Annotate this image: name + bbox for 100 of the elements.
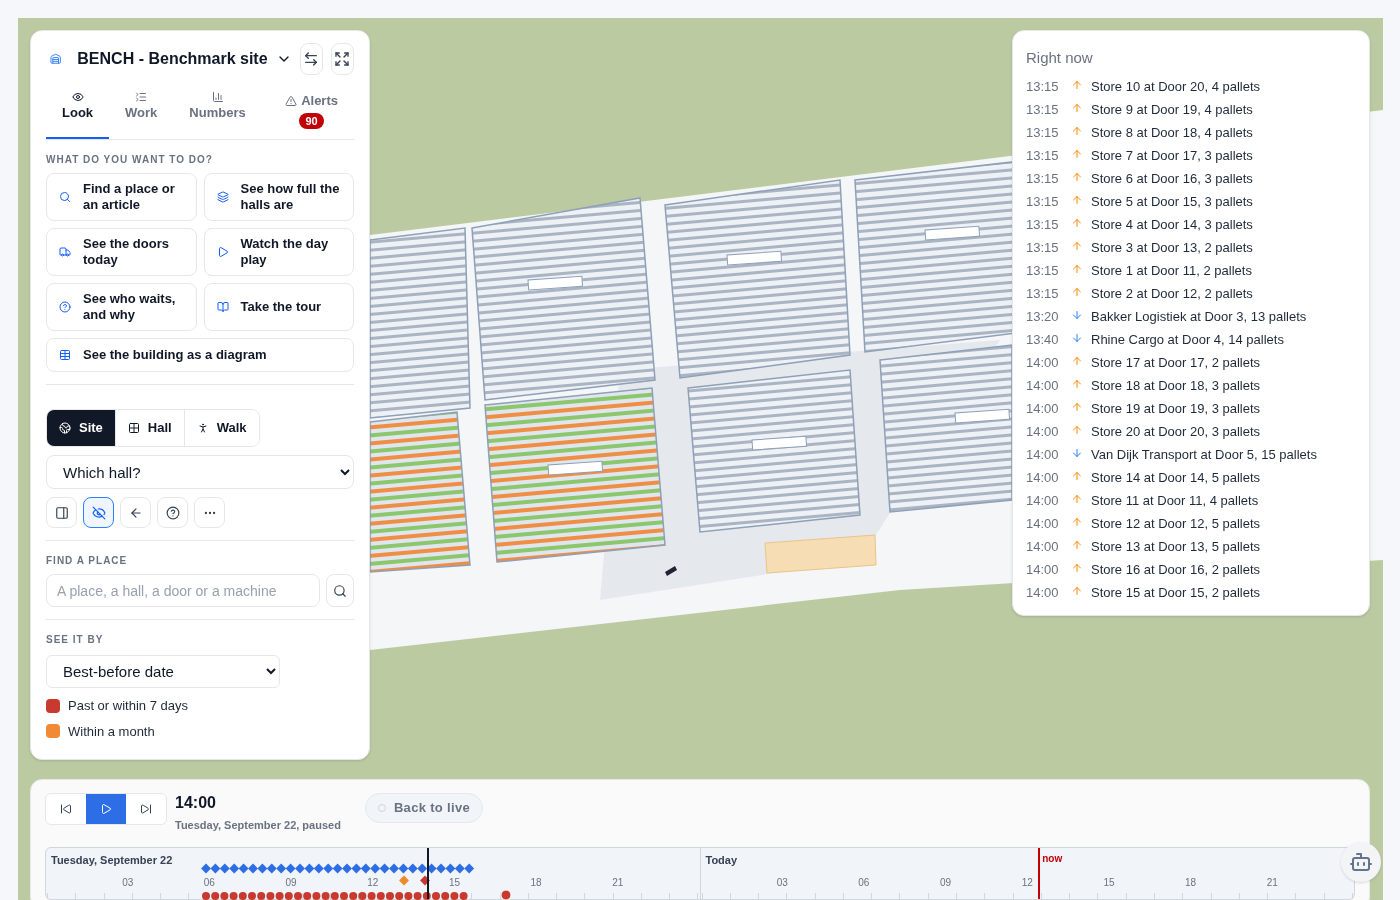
event-text: Store 5 at Door 15, 3 pallets xyxy=(1091,193,1253,212)
event-text: Store 1 at Door 11, 2 pallets xyxy=(1091,262,1252,281)
view-mode-tab[interactable]: Walk xyxy=(183,410,259,446)
action-card[interactable]: See how full the halls are xyxy=(203,173,354,221)
event-time: 13:15 xyxy=(1026,101,1060,120)
event-text: Store 10 at Door 20, 4 pallets xyxy=(1091,78,1261,97)
assistant-button[interactable] xyxy=(1341,842,1381,882)
action-card[interactable]: Watch the day play xyxy=(203,228,354,276)
globe-icon xyxy=(59,422,71,434)
hour-label: 03 xyxy=(122,875,134,890)
layers-icon xyxy=(216,191,229,203)
event-time: 14:00 xyxy=(1026,423,1060,442)
eye-off-icon xyxy=(91,505,106,520)
robot-icon xyxy=(1349,850,1373,874)
list-icon xyxy=(135,91,148,103)
tab[interactable]: Look xyxy=(46,91,110,139)
event-text: Store 20 at Door 20, 3 pallets xyxy=(1091,423,1261,442)
play-icon xyxy=(100,803,112,815)
event-text: Bakker Logistiek at Door 3, 13 pallets xyxy=(1091,308,1307,327)
event-time: 13:15 xyxy=(1026,170,1060,189)
play-icon xyxy=(216,246,229,258)
search-field[interactable]: A place, a hall, a door or a machine xyxy=(46,574,321,607)
event-time: 14:00 xyxy=(1026,446,1060,465)
event-text: Store 19 at Door 19, 3 pallets xyxy=(1091,400,1261,419)
event-text: Store 8 at Door 18, 4 pallets xyxy=(1091,124,1253,143)
hour-label: 03 xyxy=(776,875,788,890)
event-text: Store 17 at Door 17, 2 pallets xyxy=(1091,354,1261,373)
event-text: Store 15 at Door 15, 2 pallets xyxy=(1091,584,1261,603)
hall-select[interactable]: Which hall? xyxy=(46,455,354,489)
day-label: Today xyxy=(705,852,738,868)
event-time: 13:15 xyxy=(1026,193,1060,212)
warning-icon xyxy=(285,94,298,107)
event-time: 14:00 xyxy=(1026,469,1060,488)
date-status: Tuesday, September 22, paused xyxy=(175,818,341,833)
legend-label: Within a month xyxy=(68,722,155,741)
warehouse-icon xyxy=(50,51,62,67)
event-text: Store 4 at Door 14, 3 pallets xyxy=(1091,216,1253,235)
event-time: 14:00 xyxy=(1026,515,1060,534)
section-heading: WHAT DO YOU WANT TO DO? xyxy=(46,153,214,167)
event-text: Store 12 at Door 12, 5 pallets xyxy=(1091,515,1261,534)
search-icon xyxy=(333,583,347,598)
tab[interactable]: Alerts 90 xyxy=(269,91,354,139)
event-time: 13:15 xyxy=(1026,147,1060,166)
event-time: 14:00 xyxy=(1026,377,1060,396)
player-button[interactable] xyxy=(86,794,126,824)
tab[interactable]: Work xyxy=(109,91,174,139)
panel-icon xyxy=(54,505,69,520)
hour-label: 09 xyxy=(285,875,297,890)
hour-label: 18 xyxy=(530,875,542,890)
hour-label: 12 xyxy=(1021,875,1033,890)
book-icon xyxy=(216,301,229,313)
hour-label: 21 xyxy=(612,875,624,890)
event-time: 13:15 xyxy=(1026,78,1060,97)
event-time: 14:00 xyxy=(1026,492,1060,511)
back-to-live-button[interactable]: Back to live xyxy=(364,793,484,823)
width-toggle-button[interactable] xyxy=(299,43,323,75)
now-label: now xyxy=(1042,851,1063,866)
hour-label: 12 xyxy=(367,875,379,890)
site-picker[interactable]: BENCH - Benchmark site xyxy=(77,47,292,71)
event-time: 13:15 xyxy=(1026,262,1060,281)
current-time: 14:00 xyxy=(175,793,217,813)
search-button[interactable] xyxy=(326,574,354,607)
hour-label: 06 xyxy=(858,875,870,890)
event-time: 14:00 xyxy=(1026,400,1060,419)
bar-chart-icon xyxy=(211,91,224,103)
event-time: 14:00 xyxy=(1026,354,1060,373)
expand-button[interactable] xyxy=(330,43,354,75)
event-text: Store 11 at Door 11, 4 pallets xyxy=(1091,492,1259,511)
event-time: 14:00 xyxy=(1026,584,1060,603)
event-text: Store 2 at Door 12, 2 pallets xyxy=(1091,285,1253,304)
tab[interactable]: Numbers xyxy=(173,91,262,139)
event-text: Store 16 at Door 16, 2 pallets xyxy=(1091,561,1261,580)
hour-label: 15 xyxy=(448,875,460,890)
skip-back-icon xyxy=(60,803,72,815)
help-icon xyxy=(165,505,180,520)
color-by-select[interactable]: Best-before date xyxy=(46,655,280,688)
action-card[interactable]: Take the tour xyxy=(203,283,354,331)
action-card[interactable]: See the doors today xyxy=(46,228,197,276)
tool-button[interactable] xyxy=(83,497,114,528)
action-card[interactable]: See who waits, and why xyxy=(46,283,197,331)
event-text: Store 14 at Door 14, 5 pallets xyxy=(1091,469,1261,488)
section-heading: SEE IT BY xyxy=(46,633,105,647)
action-card[interactable]: See the building as a diagram xyxy=(46,338,354,372)
event-text: Store 18 at Door 18, 3 pallets xyxy=(1091,377,1261,396)
view-mode-tab[interactable]: Site xyxy=(47,410,115,446)
event-time: 13:15 xyxy=(1026,124,1060,143)
question-icon xyxy=(59,301,71,313)
action-card[interactable]: Find a place or an article xyxy=(46,173,197,221)
event-text: Store 9 at Door 19, 4 pallets xyxy=(1091,101,1253,120)
skip-forward-icon xyxy=(140,803,152,815)
panel-title: Right now xyxy=(1026,48,1094,68)
event-text: Rhine Cargo at Door 4, 14 pallets xyxy=(1091,331,1284,350)
event-time: 14:00 xyxy=(1026,561,1060,580)
event-time: 13:20 xyxy=(1026,308,1060,327)
section-heading: FIND A PLACE xyxy=(46,554,129,568)
event-time: 13:15 xyxy=(1026,239,1060,258)
truck-icon xyxy=(59,246,71,258)
event-text: Store 13 at Door 13, 5 pallets xyxy=(1091,538,1261,557)
now-line xyxy=(1037,847,1040,899)
event-text: Store 6 at Door 16, 3 pallets xyxy=(1091,170,1253,189)
